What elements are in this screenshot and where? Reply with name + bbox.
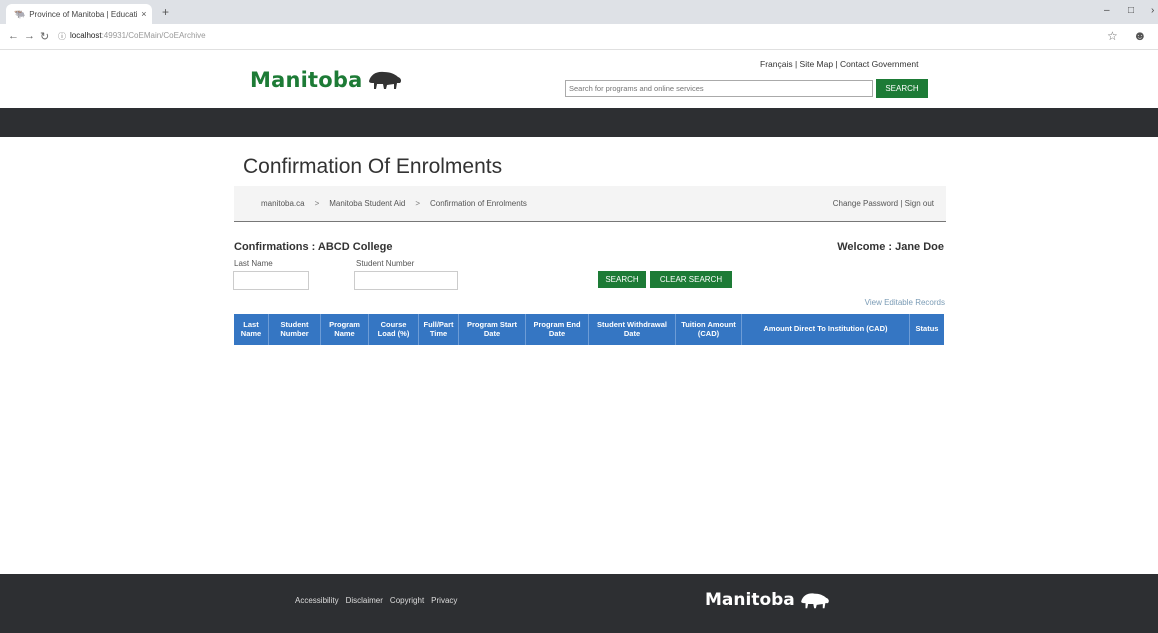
reload-icon[interactable]: ↻ (40, 30, 49, 43)
logo-text: Manitoba (250, 68, 363, 92)
column-header[interactable]: Program Start Date (459, 314, 526, 345)
maximize-icon[interactable]: □ (1128, 5, 1134, 16)
url-path: :49931/CoEMain/CoEArchive (101, 31, 206, 40)
search-button[interactable]: SEARCH (598, 271, 646, 288)
bison-favicon-icon: 🐃 (14, 8, 26, 19)
column-header[interactable]: Student Withdrawal Date (589, 314, 676, 345)
tab-title: Province of Manitoba | Educatio (29, 9, 138, 19)
page-title: Confirmation Of Enrolments (243, 155, 503, 178)
column-header[interactable]: Full/Part Time (419, 314, 459, 345)
manitoba-logo[interactable]: Manitoba (250, 68, 403, 92)
footer-links: Accessibility Disclaimer Copyright Priva… (295, 596, 457, 605)
column-header[interactable]: Amount Direct To Institution (CAD) (742, 314, 910, 345)
new-tab-button[interactable]: + (162, 5, 169, 19)
site-search-input[interactable] (565, 80, 873, 97)
confirmations-table-header: Last Name Student Number Program Name Co… (234, 314, 944, 345)
footer-link-accessibility[interactable]: Accessibility (295, 596, 339, 605)
student-number-input[interactable] (354, 271, 458, 290)
column-header[interactable]: Course Load (%) (369, 314, 419, 345)
back-icon[interactable]: ← (8, 30, 19, 42)
column-header[interactable]: Tuition Amount (CAD) (676, 314, 742, 345)
last-name-label: Last Name (234, 259, 273, 268)
student-number-label: Student Number (356, 259, 415, 268)
confirmations-title: Confirmations : ABCD College (234, 241, 393, 253)
breadcrumb-item[interactable]: manitoba.ca (261, 199, 305, 208)
breadcrumb-bar: manitoba.ca > Manitoba Student Aid > Con… (234, 186, 946, 222)
last-name-input[interactable] (233, 271, 309, 290)
column-header[interactable]: Last Name (234, 314, 269, 345)
breadcrumb-separator: > (314, 199, 320, 208)
column-header[interactable]: Program Name (321, 314, 369, 345)
site-search-button[interactable]: SEARCH (876, 79, 928, 98)
browser-tabbar: 🐃 Province of Manitoba | Educatio × + – … (0, 0, 1158, 24)
forward-icon[interactable]: → (24, 30, 35, 42)
navigation-bar (0, 108, 1158, 137)
clear-search-button[interactable]: CLEAR SEARCH (650, 271, 732, 288)
breadcrumb-separator: > (415, 199, 420, 208)
column-header[interactable]: Status (910, 314, 944, 345)
account-links[interactable]: Change Password | Sign out (833, 199, 934, 208)
tab-close-icon[interactable]: × (141, 9, 146, 19)
column-header[interactable]: Student Number (269, 314, 321, 345)
top-links[interactable]: Français | Site Map | Contact Government (760, 59, 918, 69)
breadcrumb-item[interactable]: Manitoba Student Aid (329, 199, 405, 208)
info-icon[interactable]: ⓘ (58, 31, 66, 42)
footer-link-copyright[interactable]: Copyright (390, 596, 424, 605)
footer-logo-text: Manitoba (705, 590, 795, 610)
url-field[interactable]: localhost:49931/CoEMain/CoEArchive (70, 31, 206, 40)
close-window-icon[interactable]: › (1151, 5, 1154, 16)
bison-icon (368, 71, 401, 89)
minimize-icon[interactable]: – (1104, 5, 1110, 16)
footer-link-disclaimer[interactable]: Disclaimer (346, 596, 383, 605)
view-editable-records-link[interactable]: View Editable Records (800, 298, 945, 307)
url-host: localhost (70, 31, 102, 40)
column-header[interactable]: Program End Date (526, 314, 589, 345)
footer: Accessibility Disclaimer Copyright Priva… (0, 574, 1158, 633)
breadcrumb: manitoba.ca > Manitoba Student Aid > Con… (261, 199, 527, 208)
browser-tab[interactable]: 🐃 Province of Manitoba | Educatio × (6, 4, 152, 24)
footer-manitoba-logo[interactable]: Manitoba (705, 590, 831, 610)
bookmark-star-icon[interactable]: ☆ (1107, 29, 1118, 43)
welcome-text: Welcome : Jane Doe (837, 241, 944, 253)
address-bar: ← → ↻ ⓘ localhost:49931/CoEMain/CoEArchi… (0, 24, 1158, 50)
footer-link-privacy[interactable]: Privacy (431, 596, 457, 605)
profile-icon[interactable]: ☻ (1133, 28, 1147, 43)
breadcrumb-item[interactable]: Confirmation of Enrolments (430, 199, 527, 208)
footer-bison-icon (800, 592, 829, 608)
